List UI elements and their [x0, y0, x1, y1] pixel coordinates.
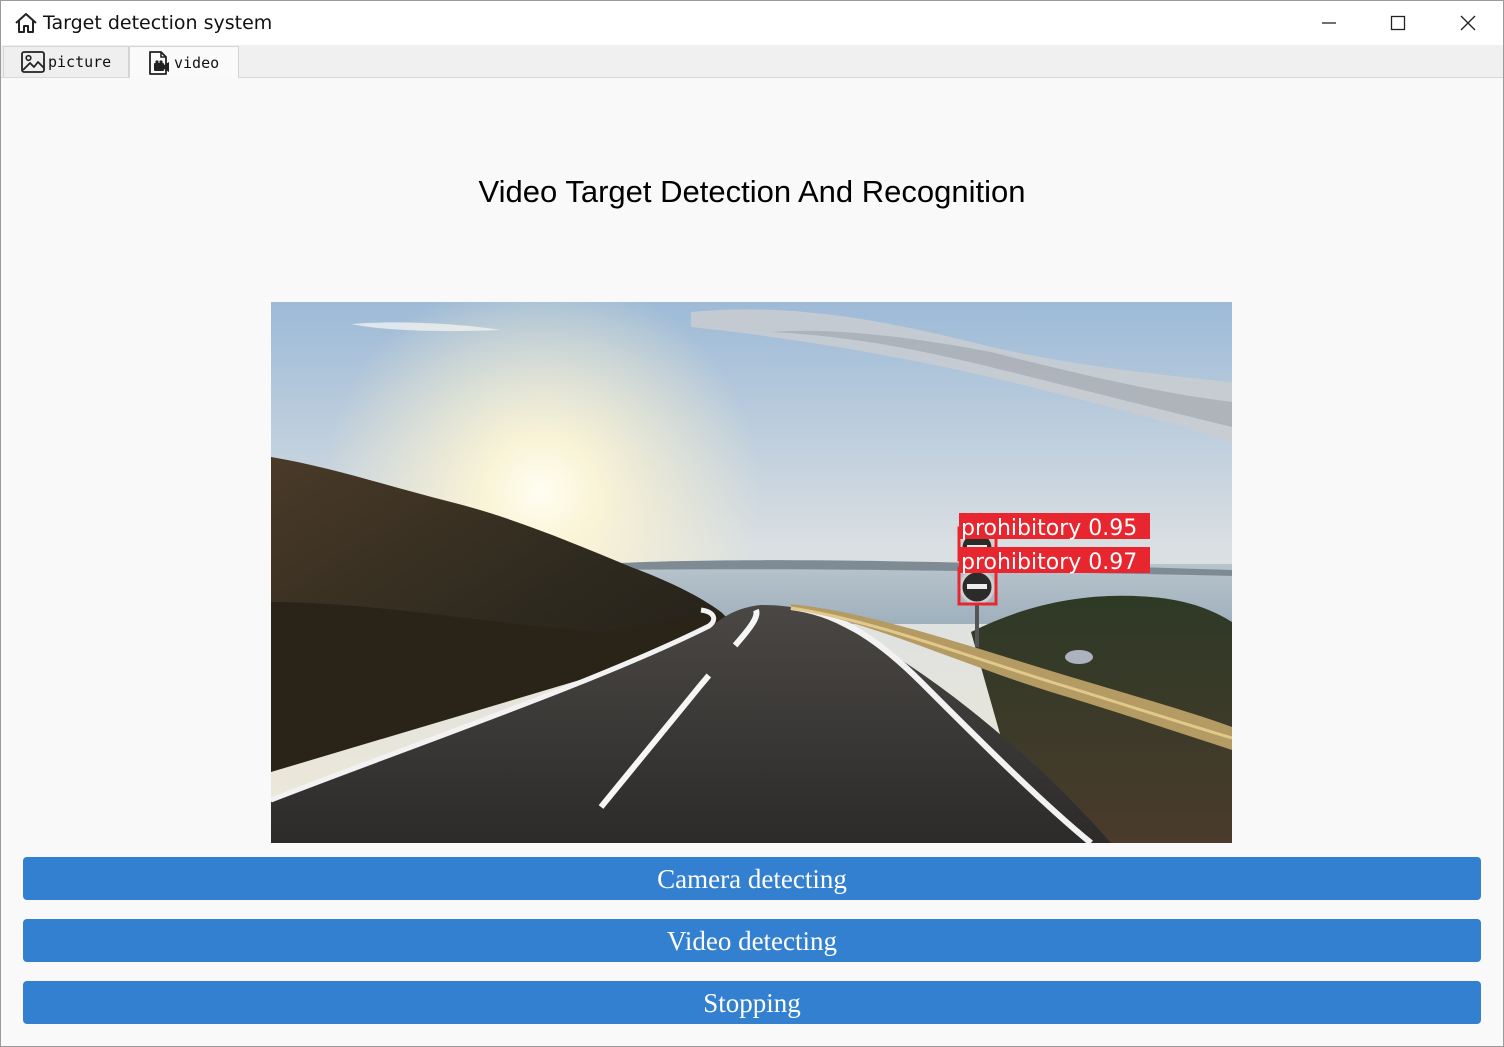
video-frame-image: prohibitory 0.95 prohibitory 0.97 — [271, 302, 1232, 843]
video-file-icon — [149, 50, 169, 75]
stopping-button[interactable]: Stopping — [23, 981, 1481, 1024]
tab-video[interactable]: video — [129, 46, 239, 78]
detection-label: prohibitory 0.97 — [961, 550, 1137, 575]
close-icon — [1460, 15, 1476, 31]
minimize-icon — [1322, 22, 1336, 24]
camera-detecting-button[interactable]: Camera detecting — [23, 857, 1481, 900]
app-window: Target detection system picture video Vi… — [0, 0, 1504, 1047]
image-icon — [21, 51, 45, 73]
minimize-button[interactable] — [1294, 1, 1364, 45]
home-icon — [15, 13, 37, 33]
maximize-icon — [1390, 15, 1406, 31]
tab-picture[interactable]: picture — [3, 46, 129, 77]
title-bar[interactable]: Target detection system — [1, 1, 1503, 45]
window-title: Target detection system — [43, 12, 273, 34]
detection-label: prohibitory 0.95 — [961, 516, 1137, 541]
close-button[interactable] — [1433, 1, 1503, 45]
page-title: Video Target Detection And Recognition — [478, 174, 1026, 209]
tab-bar: picture video — [1, 45, 1503, 78]
tab-video-label: video — [174, 53, 220, 72]
video-detecting-button[interactable]: Video detecting — [23, 919, 1481, 962]
maximize-button[interactable] — [1363, 1, 1433, 45]
video-preview: prohibitory 0.95 prohibitory 0.97 — [271, 302, 1232, 843]
tab-picture-label: picture — [48, 53, 112, 71]
